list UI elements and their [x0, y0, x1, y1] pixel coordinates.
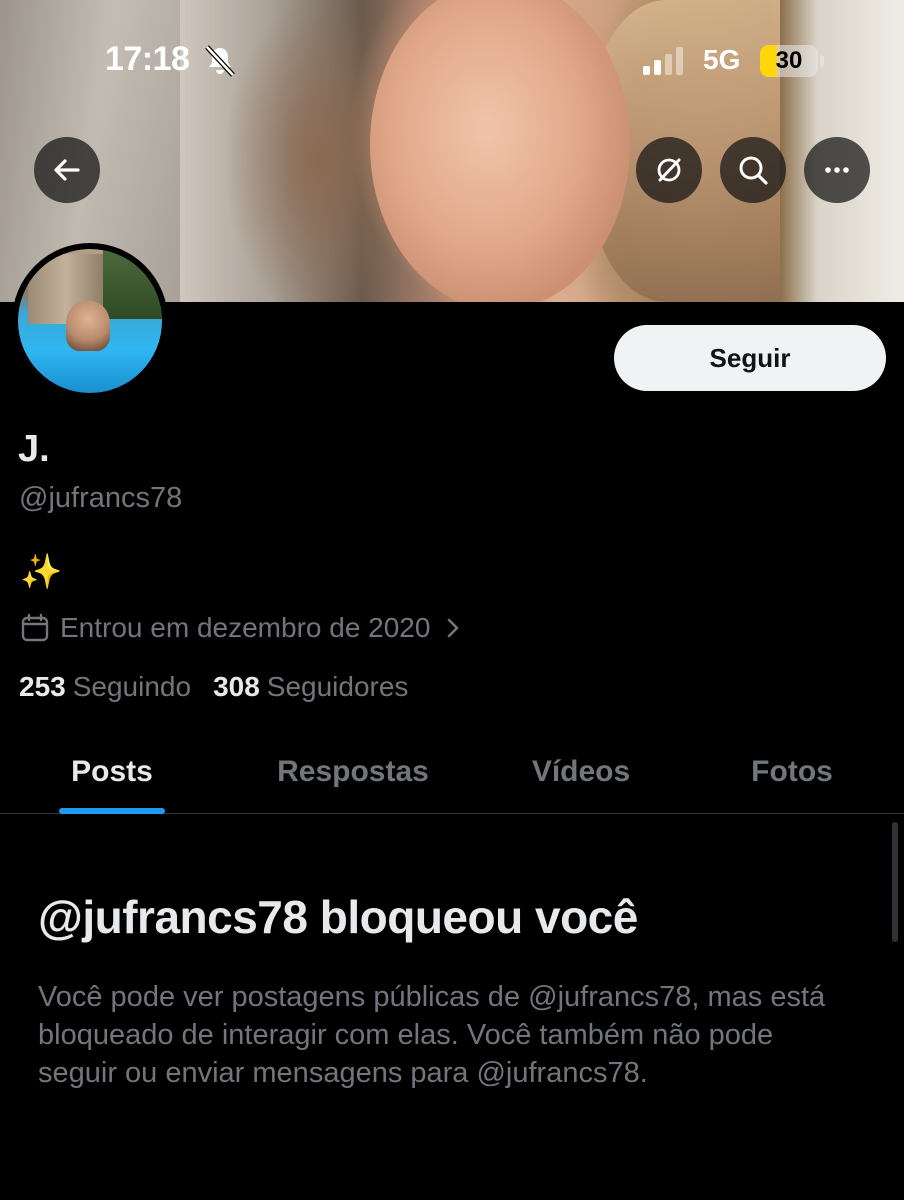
battery-indicator: 30 — [760, 45, 824, 77]
chevron-right-icon — [448, 618, 459, 638]
following-count: 253 — [19, 671, 66, 702]
following-label: Seguindo — [72, 671, 192, 702]
tab-fotos-label: Fotos — [751, 755, 833, 788]
tab-respostas[interactable]: Respostas — [250, 730, 456, 814]
tab-videos-label: Vídeos — [531, 755, 631, 788]
calendar-icon — [21, 613, 49, 642]
follow-button[interactable]: Seguir — [614, 325, 886, 391]
back-button[interactable] — [34, 137, 100, 203]
tab-posts[interactable]: Posts — [33, 730, 191, 814]
tab-posts-label: Posts — [71, 755, 153, 788]
bell-slash-icon — [205, 45, 235, 77]
more-icon — [825, 167, 849, 173]
follow-stats: 253 Seguindo 308 Seguidores — [19, 671, 408, 703]
followers-label: Seguidores — [266, 671, 409, 702]
signal-icon — [643, 47, 683, 75]
grok-icon — [657, 158, 681, 182]
profile-tabs: Posts Respostas Vídeos Fotos — [0, 730, 904, 814]
followers-count: 308 — [213, 671, 260, 702]
tab-respostas-label: Respostas — [277, 755, 429, 788]
joined-label: Entrou em dezembro de 2020 — [60, 612, 431, 643]
search-icon — [739, 156, 768, 185]
back-arrow-icon — [54, 159, 80, 181]
avatar-photo — [18, 249, 162, 393]
display-name: J. — [18, 428, 50, 470]
banner-face — [370, 0, 630, 302]
tab-videos[interactable]: Vídeos — [505, 730, 657, 814]
user-handle: @jufrancs78 — [19, 482, 183, 514]
followers-stat[interactable]: 308 Seguidores — [213, 671, 408, 703]
status-time: 17:18 — [105, 40, 190, 78]
following-stat[interactable]: 253 Seguindo — [19, 671, 191, 703]
blocked-message: Você pode ver postagens públicas de @juf… — [38, 981, 826, 1089]
blocked-title: @jufrancs78 bloqueou você — [38, 891, 638, 943]
avatar[interactable] — [12, 243, 168, 399]
network-type: 5G — [703, 44, 741, 75]
grok-button[interactable] — [636, 137, 702, 203]
tab-fotos[interactable]: Fotos — [722, 730, 862, 814]
more-button[interactable] — [804, 137, 870, 203]
joined-date[interactable]: Entrou em dezembro de 2020 — [20, 610, 464, 646]
bio: ✨ — [20, 553, 63, 591]
active-tab-indicator — [59, 808, 165, 814]
search-button[interactable] — [720, 137, 786, 203]
scrollbar[interactable] — [892, 822, 898, 942]
battery-percent: 30 — [775, 47, 803, 74]
